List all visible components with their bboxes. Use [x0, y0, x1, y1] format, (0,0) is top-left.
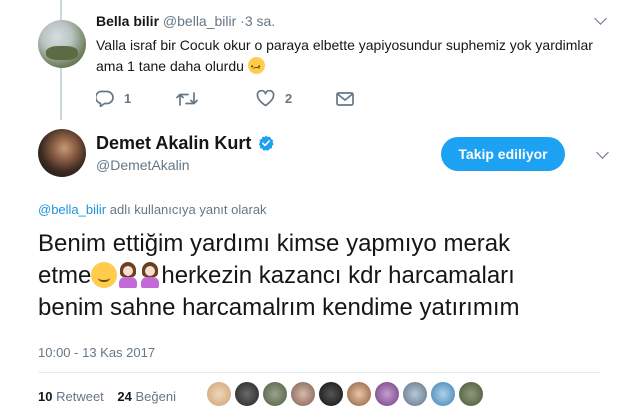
liker-avatar[interactable] [347, 382, 371, 406]
retweet-stat[interactable]: 10 Retweet [38, 389, 104, 404]
tweet-text-line-1: Benim ettiğim yardımı kimse yapmıyo mera… [38, 230, 511, 257]
heart-icon [256, 90, 275, 107]
like-count: 2 [285, 91, 293, 106]
liker-avatar[interactable] [263, 382, 287, 406]
tweet-actions: 1 2 [96, 90, 416, 107]
replying-to-context: @bella_bilir adlı kullanıcıya yanıt olar… [38, 202, 267, 217]
tweet-text-line-3: benim sahne harcamalrım kendime yatırımı… [38, 294, 520, 321]
retweet-stat-count: 10 [38, 389, 53, 404]
envelope-icon [336, 91, 354, 106]
tweet-text: Valla israf bir Cocuk okur o paraya elbe… [96, 35, 596, 77]
chevron-down-icon[interactable] [594, 12, 607, 25]
direct-message-button[interactable] [336, 91, 416, 106]
tweet-text-line-2-end: herkezin kazancı kdr harcamaları [161, 262, 515, 289]
liker-avatar[interactable] [375, 382, 399, 406]
tweet-text-line-2-start: etme [38, 262, 92, 289]
author-handle[interactable]: @bella_bilir [163, 13, 236, 29]
liker-avatars [207, 382, 487, 406]
reply-tweet[interactable]: Bella bilir @bella_bilir ·3 sa. Valla is… [0, 0, 635, 120]
avatar[interactable] [38, 20, 86, 68]
replying-to-suffix: adlı kullanıcıya yanıt olarak [106, 202, 267, 217]
tweet-timestamp[interactable]: 10:00 - 13 Kas 2017 [38, 345, 155, 360]
tweet-text-content: Valla israf bir Cocuk okur o paraya elbe… [96, 37, 593, 74]
liker-avatar[interactable] [403, 382, 427, 406]
author-name[interactable]: Bella bilir [96, 13, 159, 29]
reply-button[interactable]: 1 [96, 90, 176, 107]
like-button[interactable]: 2 [256, 90, 336, 107]
reply-count: 1 [124, 91, 132, 106]
tweet-time[interactable]: 3 sa. [245, 13, 275, 29]
mention-link[interactable]: @bella_bilir [38, 202, 106, 217]
avatar[interactable] [38, 129, 86, 177]
liker-avatar[interactable] [207, 382, 231, 406]
woman-raising-hand-icon [117, 262, 139, 288]
like-stat[interactable]: 24 Beğeni [117, 389, 176, 404]
tweet-text: Benim ettiğim yardımı kimse yapmıyo mera… [38, 228, 603, 324]
retweet-button[interactable] [176, 91, 256, 107]
author-handle[interactable]: @DemetAkalin [96, 157, 190, 173]
woman-raising-hand-icon [139, 262, 161, 288]
liker-avatar[interactable] [319, 382, 343, 406]
tweet-stats: 10 Retweet 24 Beğeni [38, 389, 176, 404]
like-stat-label: Beğeni [135, 389, 176, 404]
frowning-face-icon [247, 56, 265, 77]
reply-icon [96, 90, 114, 107]
liker-avatar[interactable] [291, 382, 315, 406]
liker-avatar[interactable] [431, 382, 455, 406]
hugging-face-icon [91, 262, 118, 288]
liker-avatar[interactable] [459, 382, 483, 406]
liker-avatar[interactable] [235, 382, 259, 406]
following-button[interactable]: Takip ediliyor [441, 137, 565, 171]
chevron-down-icon[interactable] [596, 146, 609, 159]
retweet-icon [176, 91, 198, 106]
reply-tweet-header: Bella bilir @bella_bilir ·3 sa. [96, 13, 275, 29]
verified-badge-icon [258, 135, 274, 151]
author-name[interactable]: Demet Akalin Kurt [96, 133, 251, 154]
divider [38, 372, 600, 373]
like-stat-count: 24 [117, 389, 132, 404]
retweet-stat-label: Retweet [56, 389, 104, 404]
